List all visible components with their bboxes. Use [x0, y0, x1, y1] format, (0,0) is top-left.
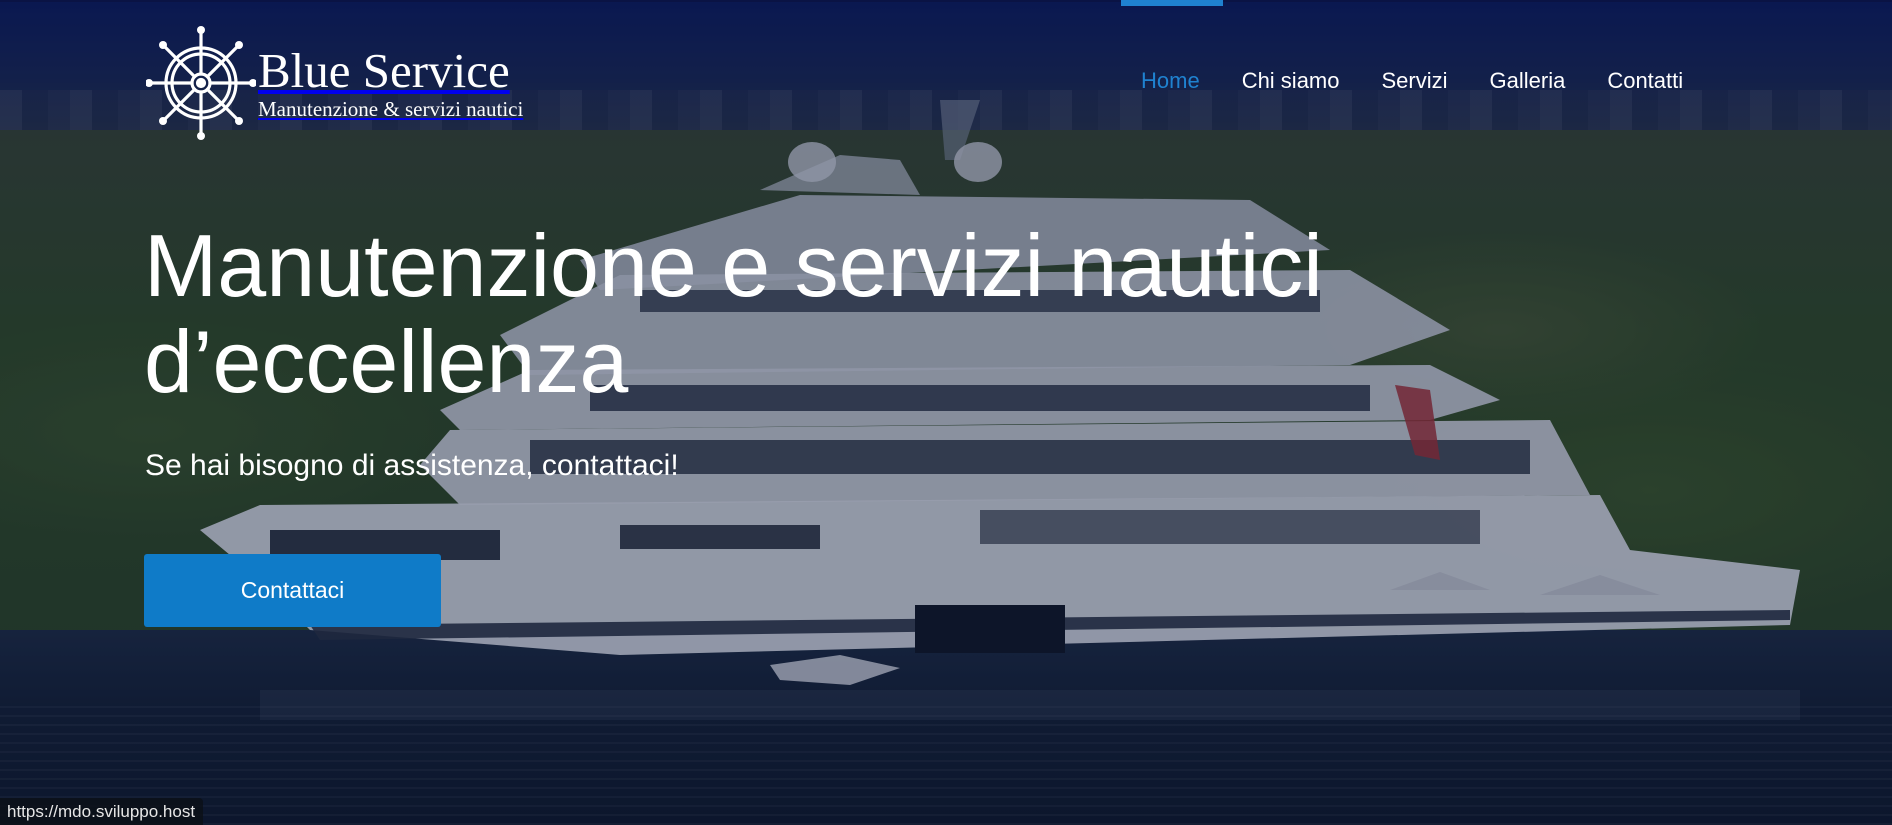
nav-item-chi-siamo[interactable]: Chi siamo — [1221, 64, 1361, 98]
contact-button[interactable]: Contattaci — [144, 554, 441, 627]
hero-title-line1: Manutenzione e servizi nautici — [144, 216, 1323, 315]
nav-active-indicator — [1121, 0, 1223, 6]
status-bar-url: https://mdo.sviluppo.host — [0, 798, 204, 825]
logo-text: Blue Service Manutenzione & servizi naut… — [258, 43, 524, 122]
nav-item-servizi[interactable]: Servizi — [1361, 64, 1469, 98]
logo-link[interactable]: Blue Service Manutenzione & servizi naut… — [146, 22, 578, 144]
main-nav: Home Chi siamo Servizi Galleria Contatti — [1120, 64, 1704, 98]
hero-subtitle: Se hai bisogno di assistenza, contattaci… — [145, 449, 679, 482]
brand-tagline: Manutenzione & servizi nautici — [258, 97, 524, 121]
ship-wheel-icon — [146, 26, 256, 140]
nav-item-home[interactable]: Home — [1120, 64, 1221, 98]
hero-title: Manutenzione e servizi nautici d’eccelle… — [144, 218, 1444, 410]
top-border — [0, 0, 1892, 2]
nav-item-galleria[interactable]: Galleria — [1469, 64, 1587, 98]
nav-item-contatti[interactable]: Contatti — [1586, 64, 1704, 98]
hero-title-line2: d’eccellenza — [144, 312, 629, 411]
brand-name: Blue Service — [258, 43, 510, 98]
